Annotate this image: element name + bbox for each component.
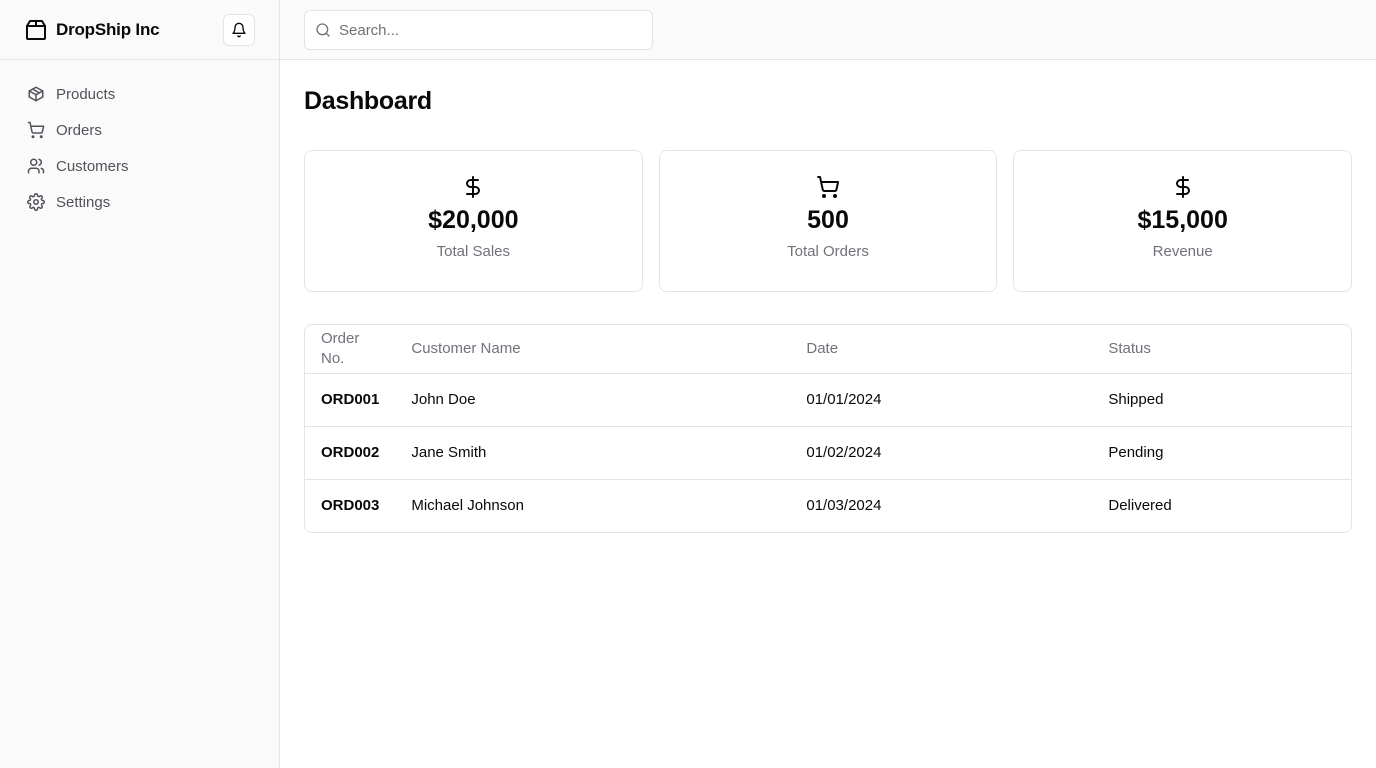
table-row[interactable]: ORD003 Michael Johnson 01/03/2024 Delive…	[305, 479, 1351, 532]
stat-card-total-orders: 500 Total Orders	[658, 150, 998, 292]
sidebar-item-label: Orders	[56, 121, 102, 139]
dashboard-content: Dashboard $20,000 Total Sales 500 Total …	[280, 60, 1376, 557]
page-title: Dashboard	[304, 87, 432, 115]
main-area: Dashboard $20,000 Total Sales	[280, 0, 1376, 768]
sidebar: DropShip Inc Products Orders Customers S…	[0, 0, 280, 768]
stat-value: 500	[807, 206, 849, 234]
search-input[interactable]	[339, 21, 642, 39]
shopping-cart-icon	[816, 175, 840, 199]
shopping-cart-icon	[27, 121, 56, 139]
order-number-cell: ORD001	[305, 373, 396, 427]
table-header-row: Order No. Customer Name Date Status	[305, 325, 1351, 374]
date-cell: 01/01/2024	[790, 373, 1093, 427]
table-row[interactable]: ORD001 John Doe 01/01/2024 Shipped	[305, 373, 1351, 427]
search-icon	[315, 22, 339, 38]
dollar-icon	[1171, 175, 1195, 199]
sidebar-item-label: Products	[56, 85, 116, 103]
stat-value: $20,000	[428, 206, 519, 234]
notifications-button[interactable]	[223, 14, 255, 46]
status-cell: Pending	[1092, 426, 1351, 480]
sidebar-nav: Products Orders Customers Settings	[0, 60, 279, 220]
search-box[interactable]	[304, 10, 653, 50]
date-cell: 01/02/2024	[790, 426, 1093, 480]
column-header-status: Status	[1092, 325, 1351, 374]
top-bar	[280, 0, 1376, 60]
package-icon	[24, 18, 56, 42]
stat-label: Revenue	[1152, 243, 1213, 260]
sidebar-item-label: Settings	[56, 193, 111, 211]
column-header-order-no: Order No.	[305, 325, 396, 374]
brand-bar: DropShip Inc	[0, 0, 279, 60]
status-cell: Shipped	[1092, 373, 1351, 427]
order-number-cell: ORD003	[321, 497, 380, 515]
header-label: Order No.	[321, 329, 360, 367]
stat-card-revenue: $15,000 Revenue	[1013, 150, 1353, 292]
brand-name[interactable]: DropShip Inc	[56, 20, 160, 40]
orders-table: Order No. Customer Name Date Status ORD0…	[304, 324, 1352, 533]
stat-label: Total Sales	[436, 243, 511, 260]
users-icon	[27, 157, 56, 175]
stat-card-total-sales: $20,000 Total Sales	[304, 150, 643, 292]
date-cell: 01/03/2024	[806, 497, 882, 515]
customer-name-cell: Jane Smith	[395, 426, 791, 480]
column-header-customer-name: Customer Name	[395, 325, 791, 374]
bell-icon	[231, 22, 247, 38]
sidebar-item-products[interactable]: Products	[0, 76, 279, 112]
column-header-date: Date	[790, 325, 1093, 374]
customer-name-cell: Michael Johnson	[411, 497, 524, 515]
sidebar-item-customers[interactable]: Customers	[0, 148, 279, 184]
customer-name-cell: John Doe	[395, 373, 791, 427]
stat-value: $15,000	[1137, 206, 1228, 234]
box-icon	[27, 85, 56, 103]
gear-icon	[27, 193, 56, 211]
sidebar-item-orders[interactable]: Orders	[0, 112, 279, 148]
sidebar-item-label: Customers	[56, 157, 129, 175]
stat-cards: $20,000 Total Sales 500 Total Orders $15…	[304, 150, 1353, 292]
table-row[interactable]: ORD002 Jane Smith 01/02/2024 Pending	[305, 426, 1351, 480]
stat-label: Total Orders	[787, 243, 869, 260]
dollar-icon	[461, 175, 485, 199]
order-number-cell: ORD002	[305, 426, 396, 480]
status-cell: Delivered	[1108, 497, 1172, 515]
sidebar-item-settings[interactable]: Settings	[0, 184, 279, 220]
